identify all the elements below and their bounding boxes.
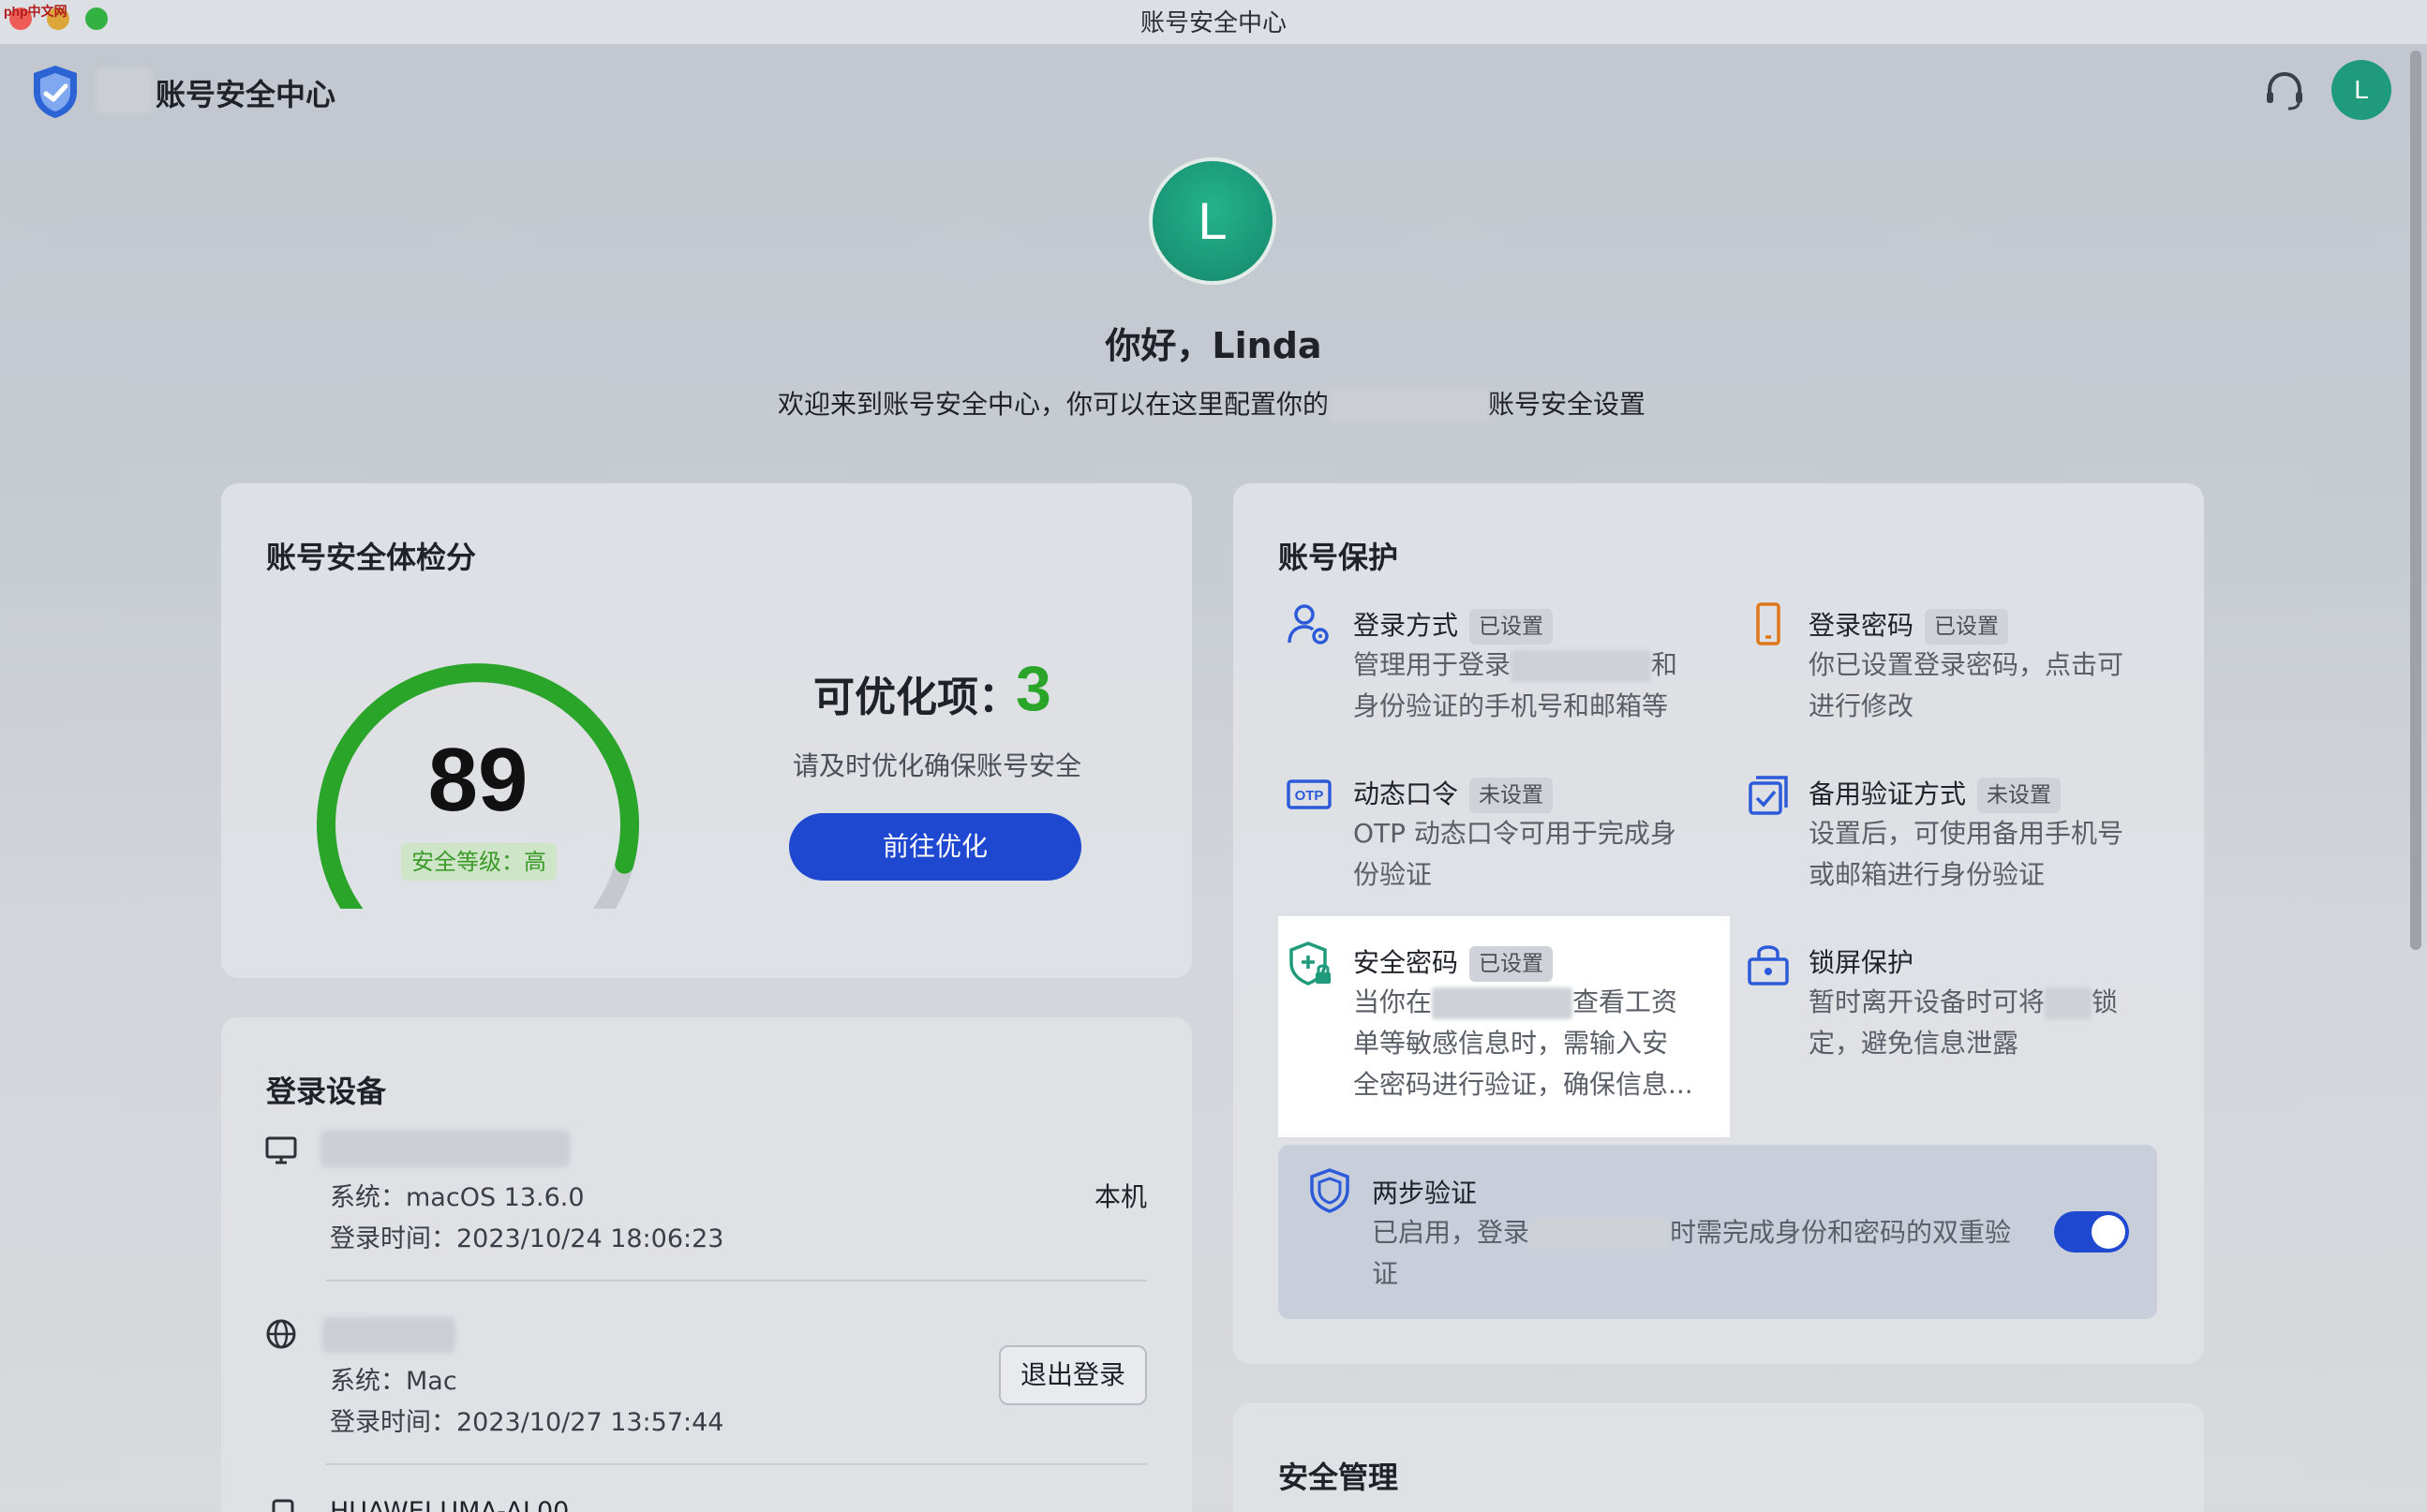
device-name-redacted bbox=[322, 1317, 455, 1353]
monitor-icon bbox=[265, 1136, 297, 1164]
status-badge: 已设置 bbox=[1469, 609, 1554, 645]
shield-icon bbox=[1310, 1168, 1349, 1213]
org-name-redacted bbox=[1432, 987, 1573, 1019]
device-system: 系统：Mac bbox=[330, 1367, 457, 1396]
phone-lock-icon bbox=[1756, 602, 1780, 645]
devices-card-title: 登录设备 bbox=[266, 1074, 387, 1109]
divider bbox=[326, 1280, 1147, 1282]
headset-support-icon[interactable] bbox=[2262, 67, 2307, 112]
profile-avatar: L bbox=[1149, 157, 1276, 285]
desc-text: 和 bbox=[1651, 649, 1678, 680]
item-title-text: 锁屏保护 bbox=[1809, 947, 1914, 978]
security-password-icon bbox=[1289, 941, 1331, 986]
security-management-title: 安全管理 bbox=[1278, 1460, 1399, 1495]
device-name-redacted bbox=[320, 1130, 570, 1167]
login-password-description: 你已设置登录密码，点击可 进行修改 bbox=[1809, 645, 2165, 727]
desc-text: OTP 动态口令可用于完成身 bbox=[1353, 818, 1676, 849]
greeting-heading: 你好，Linda bbox=[1105, 325, 1322, 366]
security-password-title[interactable]: 安全密码 已设置 bbox=[1353, 942, 1554, 982]
status-badge: 已设置 bbox=[1925, 609, 2009, 645]
globe-icon bbox=[266, 1319, 296, 1349]
backup-verify-description: 设置后，可使用备用手机号 或邮箱进行身份验证 bbox=[1809, 813, 2165, 896]
device-name: HUAWEI UMA-AL00 bbox=[330, 1497, 570, 1512]
lock-screen-title[interactable]: 锁屏保护 bbox=[1809, 942, 1913, 980]
user-avatar[interactable]: L bbox=[2331, 60, 2391, 120]
status-badge: 未设置 bbox=[1469, 778, 1554, 813]
svg-text:OTP: OTP bbox=[1295, 788, 1324, 804]
window-title: 账号安全中心 bbox=[1139, 9, 1287, 37]
otp-description: OTP 动态口令可用于完成身 份验证 bbox=[1353, 813, 1709, 896]
desc-text: 全密码进行验证，确保信息... bbox=[1353, 1069, 1693, 1100]
welcome-text-before: 欢迎来到账号安全中心，你可以在这里配置你的 bbox=[778, 389, 1330, 420]
desc-text: 进行修改 bbox=[1809, 690, 1914, 721]
welcome-text-after: 账号安全设置 bbox=[1488, 389, 1646, 420]
desc-text: 管理用于登录 bbox=[1353, 649, 1511, 680]
device-login-time: 登录时间：2023/10/24 18:06:23 bbox=[330, 1224, 724, 1253]
item-title-text: 登录方式 bbox=[1353, 610, 1459, 641]
desc-text: 身份验证的手机号和邮箱等 bbox=[1353, 690, 1669, 721]
desc-text: 查看工资 bbox=[1572, 986, 1678, 1017]
login-method-icon bbox=[1288, 604, 1329, 645]
status-badge: 未设置 bbox=[1977, 778, 2062, 813]
item-title-text: 登录密码 bbox=[1809, 610, 1914, 641]
item-title-text: 备用验证方式 bbox=[1809, 778, 1967, 809]
phone-icon bbox=[272, 1499, 294, 1512]
app-name: 账号安全中心 bbox=[156, 77, 336, 112]
scrollbar-thumb[interactable] bbox=[2410, 51, 2421, 950]
desc-text: 设置后，可使用备用手机号 bbox=[1809, 818, 2124, 849]
item-title-text: 动态口令 bbox=[1353, 778, 1459, 809]
device-login-time: 登录时间：2023/10/27 13:57:44 bbox=[330, 1408, 724, 1437]
score-card-title: 账号安全体检分 bbox=[266, 540, 477, 575]
desc-text: 锁 bbox=[2092, 986, 2119, 1017]
security-password-description: 当你在 查看工资 单等敏感信息时，需输入安 全密码进行验证，确保信息... bbox=[1353, 982, 1719, 1105]
security-score: 89 bbox=[427, 730, 529, 830]
org-name-redacted bbox=[1529, 1218, 1671, 1250]
otp-icon: OTP bbox=[1287, 779, 1332, 809]
desc-text: 你已设置登录密码，点击可 bbox=[1809, 649, 2124, 680]
two-step-description: 已启用，登录 时需完成身份和密码的双重验 证 bbox=[1372, 1212, 2028, 1295]
desc-text: 已启用，登录 bbox=[1372, 1217, 1530, 1248]
org-name-redacted bbox=[2045, 987, 2092, 1019]
backup-verify-icon bbox=[1749, 776, 1788, 815]
welcome-subtitle: 欢迎来到账号安全中心，你可以在这里配置你的 账号安全设置 bbox=[778, 384, 1645, 422]
protection-card-title: 账号保护 bbox=[1278, 540, 1399, 575]
optimize-label: 可优化项： bbox=[813, 674, 1020, 721]
desc-text: 定，避免信息泄露 bbox=[1809, 1028, 2019, 1059]
org-name-redacted bbox=[1329, 389, 1489, 422]
org-name-redacted bbox=[1511, 650, 1652, 682]
desc-text: 时需完成身份和密码的双重验 bbox=[1670, 1217, 2012, 1248]
divider bbox=[326, 1463, 1147, 1465]
optimize-count: 3 bbox=[1016, 653, 1051, 724]
logout-button[interactable]: 退出登录 bbox=[999, 1345, 1147, 1405]
item-title-text: 安全密码 bbox=[1353, 947, 1459, 978]
toggle-knob bbox=[2092, 1215, 2125, 1249]
login-password-title[interactable]: 登录密码 已设置 bbox=[1809, 605, 2009, 645]
go-optimize-button[interactable]: 前往优化 bbox=[789, 813, 1081, 881]
desc-text: 份验证 bbox=[1353, 859, 1433, 890]
shield-logo-icon bbox=[34, 66, 77, 118]
login-method-title[interactable]: 登录方式 已设置 bbox=[1353, 605, 1554, 645]
lock-screen-description: 暂时离开设备时可将 锁 定，避免信息泄露 bbox=[1809, 982, 2174, 1064]
window-titlebar: php中文网 账号安全中心 bbox=[0, 0, 2427, 45]
two-step-title: 两步验证 bbox=[1372, 1178, 1478, 1208]
this-device-tag: 本机 bbox=[1094, 1181, 1148, 1212]
desc-text: 暂时离开设备时可将 bbox=[1809, 986, 2046, 1017]
otp-title[interactable]: 动态口令 未设置 bbox=[1353, 774, 1554, 813]
backup-verify-title[interactable]: 备用验证方式 未设置 bbox=[1809, 774, 2062, 813]
desc-text: 单等敏感信息时，需输入安 bbox=[1353, 1028, 1669, 1059]
org-name-redacted bbox=[96, 67, 152, 114]
device-system: 系统：macOS 13.6.0 bbox=[330, 1183, 585, 1212]
optimize-description: 请及时优化确保账号安全 bbox=[792, 750, 1081, 781]
security-level-badge: 安全等级：高 bbox=[401, 843, 557, 881]
desc-text: 或邮箱进行身份验证 bbox=[1809, 859, 2046, 890]
status-badge: 已设置 bbox=[1469, 946, 1554, 982]
two-step-toggle[interactable] bbox=[2054, 1211, 2129, 1253]
desc-text: 当你在 bbox=[1353, 986, 1433, 1017]
lock-screen-icon bbox=[1748, 945, 1789, 986]
login-method-description: 管理用于登录 和 身份验证的手机号和邮箱等 bbox=[1353, 645, 1709, 727]
desc-text: 证 bbox=[1372, 1258, 1399, 1289]
